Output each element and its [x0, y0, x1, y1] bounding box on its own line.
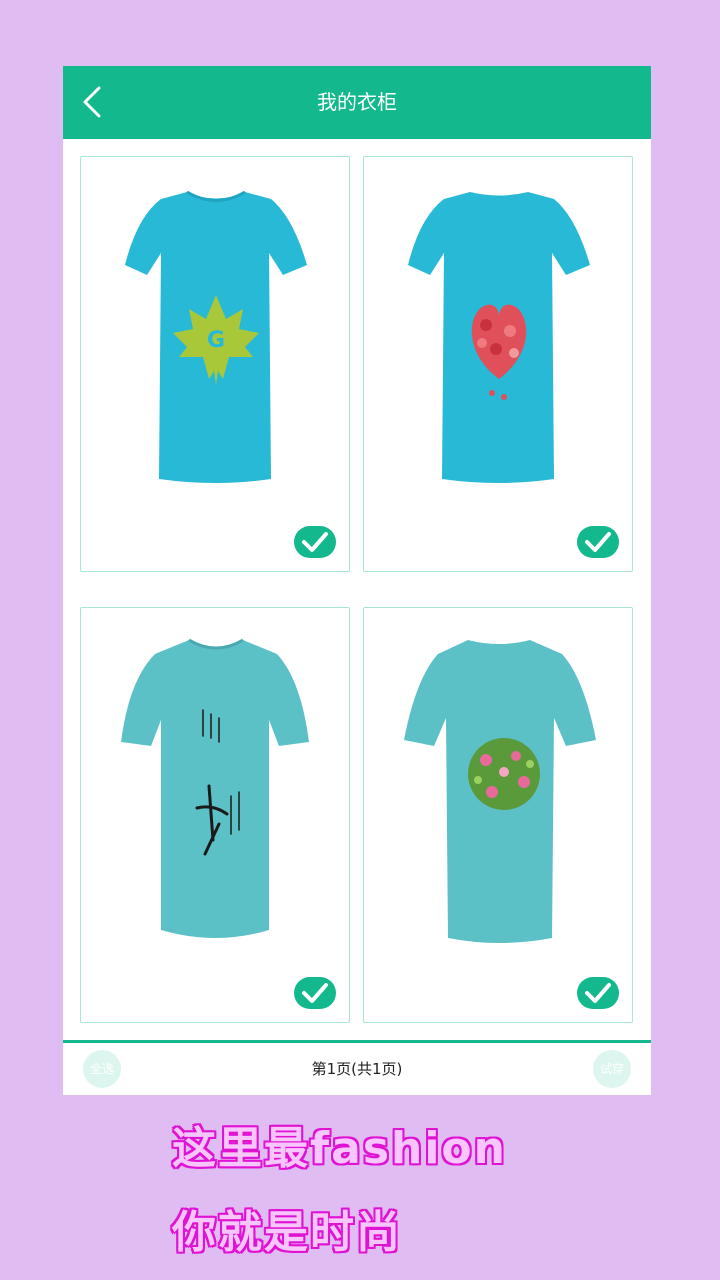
checkmark-icon[interactable] — [577, 526, 619, 558]
tshirt-image — [121, 638, 309, 938]
checkmark-icon[interactable] — [294, 977, 336, 1009]
app-screen: 我的衣柜 G 第1页(共1页) 全选 试穿 — [63, 66, 651, 1095]
page-title: 我的衣柜 — [317, 90, 397, 114]
page-indicator: 第1页(共1页) — [311, 1060, 403, 1078]
tshirt-image — [408, 192, 590, 483]
bottom-bar: 第1页(共1页) 全选 试穿 — [63, 1043, 651, 1095]
wardrobe-item-2[interactable] — [363, 156, 633, 572]
tshirt-image: G — [125, 190, 307, 483]
try-on-button[interactable]: 试穿 — [593, 1050, 631, 1088]
slogan-line-1: 这里最fashion — [172, 1123, 507, 1174]
floral-cluster-icon — [468, 738, 540, 810]
wardrobe-item-4[interactable] — [363, 607, 633, 1023]
slogan-line-2: 你就是时尚 — [172, 1207, 402, 1258]
back-button[interactable] — [73, 80, 117, 124]
design-letter: G — [207, 328, 225, 353]
chevron-left-icon — [83, 86, 101, 118]
wardrobe-item-3[interactable] — [80, 607, 350, 1023]
title-bar: 我的衣柜 — [63, 66, 651, 139]
tshirt-image — [404, 640, 596, 943]
select-all-button[interactable]: 全选 — [83, 1050, 121, 1088]
checkmark-icon[interactable] — [294, 526, 336, 558]
checkmark-icon[interactable] — [577, 977, 619, 1009]
wardrobe-item-1[interactable]: G — [80, 156, 350, 572]
